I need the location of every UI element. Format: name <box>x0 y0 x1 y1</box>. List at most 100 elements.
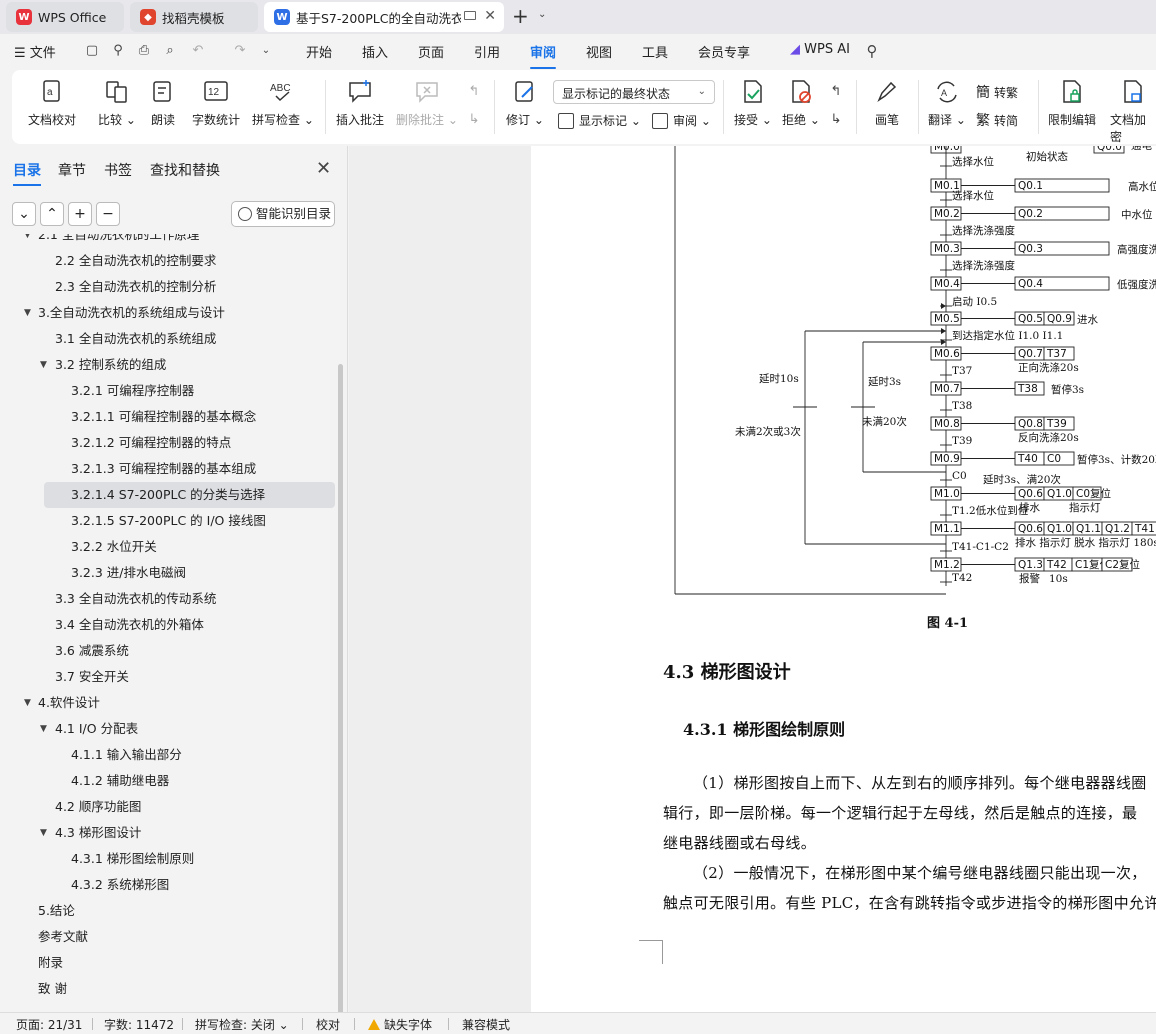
remove-heading-icon[interactable]: − <box>96 202 120 226</box>
add-heading-icon[interactable]: + <box>68 202 92 226</box>
tab-docer-templates[interactable]: ◆ 找稻壳模板 <box>130 2 258 32</box>
toc-toggle-icon[interactable]: ▼ <box>40 820 47 846</box>
prev-revision-icon[interactable]: ↰ <box>828 84 844 100</box>
toc-item[interactable]: 4.1.2 辅助继电器 <box>0 768 336 794</box>
doc-check-button[interactable]: a 文档校对 <box>28 70 76 128</box>
missing-font-button[interactable]: 缺失字体 <box>368 1016 432 1033</box>
toc-toggle-icon[interactable]: ▼ <box>24 300 31 326</box>
toc-item[interactable]: 3.3 全自动洗衣机的传动系统 <box>0 586 336 612</box>
next-comment-icon[interactable]: ↳ <box>466 112 482 128</box>
translate-button[interactable]: A 翻译 ⌄ <box>928 70 966 128</box>
spell-check-button[interactable]: ABC 拼写检查 ⌄ <box>252 70 314 128</box>
close-panel-icon[interactable]: ✕ <box>316 158 331 179</box>
toc-item[interactable]: ▼ 4.3 梯形图设计 <box>0 820 336 846</box>
revise-button[interactable]: 修订 ⌄ <box>506 70 544 128</box>
toc-item[interactable]: 参考文献 <box>0 924 336 950</box>
menu-references[interactable]: 引用 <box>474 42 500 61</box>
search-icon[interactable]: ⚲ <box>864 43 880 59</box>
panel-tab-bookmarks[interactable]: 书签 <box>104 160 132 180</box>
collapse-icon[interactable]: ⌄ <box>12 202 36 226</box>
spell-check-status[interactable]: 拼写检查: 关闭 ⌄ <box>195 1016 289 1033</box>
toc-item[interactable]: 3.2.1.5 S7-200PLC 的 I/O 接线图 <box>0 508 336 534</box>
to-traditional-button[interactable]: 簡转繁 <box>976 82 1018 102</box>
print-icon[interactable]: ⎙ <box>136 43 152 59</box>
delete-comment-button[interactable]: 删除批注 ⌄ <box>396 70 458 128</box>
word-count-button[interactable]: 12 字数统计 <box>192 70 240 128</box>
panel-scrollbar[interactable] <box>338 364 343 1014</box>
toc-item[interactable]: ▼ 2.1 全自动洗衣机的工作原理 <box>0 234 336 248</box>
undo-icon[interactable]: ↶ <box>190 43 206 59</box>
toc-item[interactable]: ▼ 4.1 I/O 分配表 <box>0 716 336 742</box>
proofread-button[interactable]: 校对 <box>316 1016 340 1033</box>
review-pane-button[interactable]: 审阅 ⌄ <box>652 112 711 129</box>
quick-access-more-icon[interactable]: ⌄ <box>258 43 274 59</box>
menu-tools[interactable]: 工具 <box>642 42 668 61</box>
tab-wps-office[interactable]: W WPS Office <box>6 2 124 32</box>
toc-toggle-icon[interactable]: ▼ <box>40 716 47 742</box>
page-indicator[interactable]: 页面: 21/31 <box>16 1016 82 1033</box>
toc-item[interactable]: 2.3 全自动洗衣机的控制分析 <box>0 274 336 300</box>
panel-tab-toc[interactable]: 目录 <box>13 160 41 186</box>
pen-button[interactable]: 画笔 <box>874 70 900 128</box>
prev-comment-icon[interactable]: ↰ <box>466 84 482 100</box>
toc-item[interactable]: 5.结论 <box>0 898 336 924</box>
panel-tab-find-replace[interactable]: 查找和替换 <box>150 160 220 180</box>
insert-comment-button[interactable]: 插入批注 <box>336 70 384 128</box>
toc-item[interactable]: 致 谢 <box>0 976 336 1002</box>
menu-review[interactable]: 审阅 <box>530 42 557 69</box>
smart-toc-button[interactable]: 智能识别目录 <box>231 201 335 227</box>
toc-item[interactable]: 3.2.3 进/排水电磁阀 <box>0 560 336 586</box>
toc-item[interactable]: ▼ 3.全自动洗衣机的系统组成与设计 <box>0 300 336 326</box>
toc-item[interactable]: 3.2.2 水位开关 <box>0 534 336 560</box>
new-tab-icon[interactable]: + <box>512 4 529 28</box>
toc-item[interactable]: 4.2 顺序功能图 <box>0 794 336 820</box>
tab-current-document[interactable]: W 基于S7-200PLC的全自动洗衣 ✕ <box>264 2 504 32</box>
toc-item[interactable]: 3.7 安全开关 <box>0 664 336 690</box>
menu-insert[interactable]: 插入 <box>362 42 388 61</box>
show-markup-button[interactable]: 显示标记 ⌄ <box>558 112 641 129</box>
toc-item[interactable]: 3.2.1 可编程序控制器 <box>0 378 336 404</box>
print-preview-icon[interactable]: ⌕ <box>162 43 178 59</box>
menu-member[interactable]: 会员专享 <box>698 42 750 61</box>
expand-icon[interactable]: ⌃ <box>40 202 64 226</box>
menu-page[interactable]: 页面 <box>418 42 444 61</box>
toc-item[interactable]: 3.2.1.1 可编程控制器的基本概念 <box>0 404 336 430</box>
toc-item[interactable]: 附录 <box>0 950 336 976</box>
toc-item[interactable]: ▼ 3.2 控制系统的组成 <box>0 352 336 378</box>
toc-toggle-icon[interactable]: ▼ <box>40 352 47 378</box>
toc-item[interactable]: ▼ 4.软件设计 <box>0 690 336 716</box>
monitor-icon[interactable] <box>464 11 476 20</box>
toc-item[interactable]: 3.6 减震系统 <box>0 638 336 664</box>
toc-item[interactable]: 4.1.1 输入输出部分 <box>0 742 336 768</box>
menu-view[interactable]: 视图 <box>586 42 612 61</box>
wps-ai-button[interactable]: ◢ WPS AI <box>790 42 850 57</box>
redo-icon[interactable]: ↷ <box>232 43 248 59</box>
toc-toggle-icon[interactable]: ▼ <box>24 690 31 716</box>
toc-item[interactable]: 4.3.2 系统梯形图 <box>0 872 336 898</box>
file-menu[interactable]: ☰ 文件 <box>14 42 56 61</box>
toc-item[interactable]: 3.2.1.3 可编程控制器的基本组成 <box>0 456 336 482</box>
toc-toggle-icon[interactable]: ▼ <box>24 234 31 248</box>
tab-list-chevron-icon[interactable]: ⌄ <box>538 9 546 20</box>
read-aloud-button[interactable]: 朗读 <box>150 70 176 128</box>
toc-item[interactable]: 3.4 全自动洗衣机的外箱体 <box>0 612 336 638</box>
close-tab-icon[interactable]: ✕ <box>484 8 496 24</box>
doc-encrypt-button[interactable]: 文档加密 <box>1110 70 1156 145</box>
toc-item[interactable]: 2.2 全自动洗衣机的控制要求 <box>0 248 336 274</box>
reject-button[interactable]: 拒绝 ⌄ <box>782 70 820 128</box>
toc-item[interactable]: 4.3.1 梯形图绘制原则 <box>0 846 336 872</box>
restrict-edit-button[interactable]: 限制编辑 <box>1048 70 1096 128</box>
accept-button[interactable]: 接受 ⌄ <box>734 70 772 128</box>
compare-button[interactable]: 比较 ⌄ <box>98 70 136 128</box>
save-icon[interactable]: ▢ <box>84 43 100 59</box>
word-count-indicator[interactable]: 字数: 11472 <box>104 1016 174 1033</box>
show-markup-select[interactable]: 显示标记的最终状态 ⌄ <box>553 80 715 104</box>
to-simplified-button[interactable]: 繁转简 <box>976 110 1018 130</box>
panel-tab-chapters[interactable]: 章节 <box>58 160 86 180</box>
toc-item[interactable]: 3.1 全自动洗衣机的系统组成 <box>0 326 336 352</box>
toc-item[interactable]: 3.2.1.4 S7-200PLC 的分类与选择 <box>44 482 335 508</box>
next-revision-icon[interactable]: ↳ <box>828 112 844 128</box>
share-icon[interactable]: ⚲ <box>110 43 126 59</box>
menu-start[interactable]: 开始 <box>306 42 332 61</box>
toc-item[interactable]: 3.2.1.2 可编程控制器的特点 <box>0 430 336 456</box>
